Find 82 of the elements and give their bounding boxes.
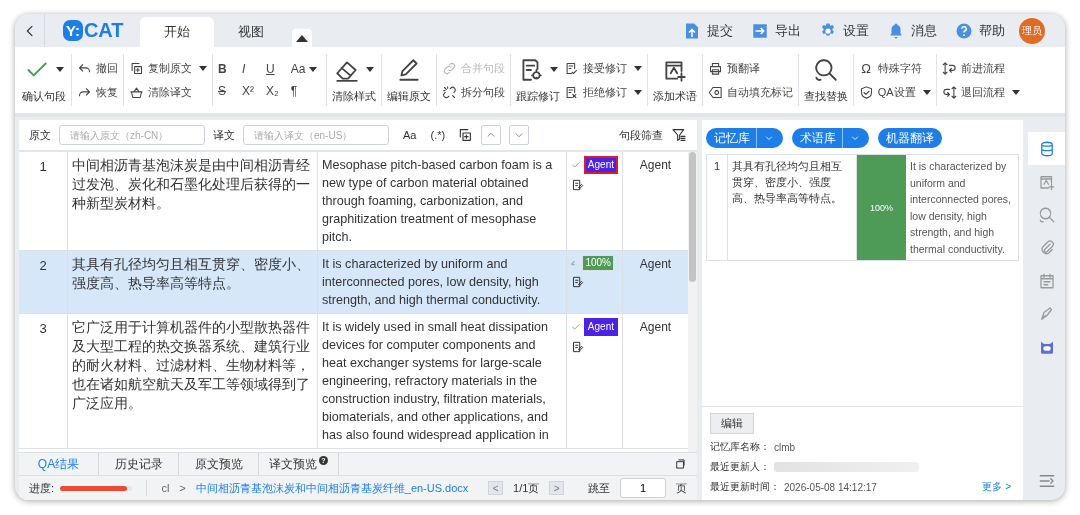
next-page-button[interactable]: > (549, 481, 564, 495)
page-indicator: 1/1页 (513, 480, 540, 496)
toolbar-action[interactable]: 提交 (683, 14, 733, 47)
toolbar-action[interactable]: 消息 (887, 14, 937, 47)
more-link[interactable]: 更多 > (982, 480, 1011, 494)
ribbon-button[interactable]: 编辑原文 (386, 56, 431, 104)
segment-filter-label: 句段筛查 (619, 127, 663, 143)
target-text[interactable]: It is characterized by uniform and interconnected pores, low density, high strength, and high thermal conductivity. (318, 251, 567, 313)
info-value: 2026-05-08 14:12:17 (784, 481, 877, 493)
ribbon-button[interactable]: 清除译文 (129, 84, 207, 100)
file-link[interactable]: 中间相沥青基泡沫炭和中间相沥青基炭纤维_en-US.docx (195, 480, 469, 496)
format-button[interactable]: U (266, 62, 279, 76)
ribbon-tab[interactable]: 开始 (139, 17, 214, 47)
regex-button[interactable]: (.*) (430, 129, 446, 141)
page-unit: 页 (676, 480, 687, 496)
source-filter-field[interactable]: 请输入原文（zh-CN） (59, 125, 205, 145)
info-value: clmb (774, 441, 796, 453)
segment-number: 1 (19, 152, 68, 250)
logo-text: CAT (83, 19, 124, 42)
format-button[interactable]: Aa (290, 62, 321, 76)
match-badge: Agent (583, 318, 618, 336)
match-badge: Agent (583, 156, 618, 174)
ribbon-button[interactable]: 查找替换 (803, 56, 848, 104)
match-number: 1 (707, 155, 728, 260)
ribbon-button[interactable]: 退回流程 (941, 84, 1020, 100)
ribbon-button[interactable]: 自动填充标记 (707, 84, 793, 100)
author-text: Agent (638, 319, 673, 336)
info-label: 记忆库名称： (710, 440, 770, 454)
toolbar-action[interactable]: 设置 (819, 14, 869, 47)
edit-button[interactable]: 编辑 (710, 413, 754, 434)
source-text: 中间相沥青基泡沫炭是由中间相沥青经过发泡、炭化和石墨化处理后获得的一种新型炭材料。 (68, 152, 318, 250)
target-text[interactable]: It is widely used in small heat dissipation devices for computer components and heat exchanger systems for large-scale engineering, refractory materials in the construction industry, filtration materials, biomaterials, and other applications, and has also found widespread application in (318, 314, 567, 448)
ribbon-button[interactable]: 跟踪修订 (515, 56, 560, 104)
logo-badge: Y: (63, 20, 83, 41)
toolbar-action[interactable]: 导出 (751, 14, 801, 47)
format-button[interactable]: ¶ (290, 84, 321, 98)
target-filter-field[interactable]: 请输入译文（en-US） (243, 125, 389, 145)
target-filter-label: 译文 (213, 127, 235, 143)
ribbon-button[interactable]: 撤回 (77, 60, 118, 76)
match-score: 100% (857, 155, 906, 260)
format-button[interactable]: B (218, 62, 230, 76)
match-badge: 100% (582, 255, 614, 271)
format-button[interactable]: S (218, 84, 230, 98)
info-label: 最近更新人： (710, 460, 770, 474)
ribbon-button[interactable]: 恢复 (77, 84, 118, 100)
author-text: Agent (638, 256, 673, 273)
progress-label: 进度: (29, 480, 55, 496)
ribbon-button[interactable]: QA设置 (858, 84, 931, 100)
resource-button[interactable]: 记忆库 (706, 128, 783, 148)
resource-button[interactable]: 机器翻译 (878, 128, 942, 148)
segment-row[interactable]: 2 其具有孔径均匀且相互贯穿、密度小、强度高、热导率高等特点。 It is characterized by uniform and interconnected pores, low density, high strength, and high thermal conductivity. 100% Agent (19, 251, 688, 314)
segment-number: 3 (19, 314, 68, 448)
ribbon-button[interactable]: 确认句段 (22, 56, 66, 104)
breadcrumb-item[interactable]: cl (161, 482, 170, 494)
ribbon-button[interactable]: 拆分句段 (441, 84, 505, 100)
ribbon-button[interactable]: Ω 特殊字符 (858, 60, 931, 76)
author-text: Agent (638, 157, 673, 174)
ribbon-button[interactable]: 复制原文 (129, 60, 207, 76)
ribbon-tab[interactable]: 视图 (213, 17, 288, 47)
ribbon-button[interactable]: 预翻译 (707, 60, 793, 76)
target-text[interactable]: Mesophase pitch-based carbon foam is a new type of carbon material obtained through foaming, carbonization, and graphitization treatment of mesophase pitch. (318, 152, 567, 250)
jump-label: 跳至 (588, 480, 610, 496)
ribbon-button[interactable]: 添加术语 (652, 56, 697, 104)
segment-number: 2 (19, 251, 68, 313)
match-case-button[interactable]: Aa (403, 129, 417, 141)
ribbon-button[interactable]: 前进流程 (941, 60, 1020, 76)
previous-page-button[interactable]: < (488, 481, 504, 495)
match-target-text[interactable]: It is characterized by uniform and interconnected pores, low density, high strength, and high thermal conductivity. (906, 155, 1018, 260)
source-text: 它广泛用于计算机器件的小型散热器件及大型工程的热交换器系统、建筑行业的耐火材料、过滤材料、生物材料等，也在诸如航空航天及军工等领域得到了广泛应用。 (68, 314, 318, 448)
format-button[interactable]: X₂ (266, 84, 279, 98)
resource-button[interactable]: 术语库 (792, 128, 869, 148)
source-text: 其具有孔径均匀且相互贯穿、密度小、强度高、热导率高等特点。 (68, 251, 318, 313)
toolbar-action[interactable]: 帮助 (955, 14, 1005, 47)
format-button[interactable]: X² (242, 84, 254, 98)
ribbon-button[interactable]: 清除样式 (331, 56, 376, 104)
breadcrumb-separator: > (179, 482, 186, 494)
page-field[interactable]: 1 (620, 478, 666, 498)
format-button[interactable]: I (242, 62, 254, 76)
source-filter-label: 原文 (29, 127, 51, 143)
ribbon-button[interactable]: 拒绝修订 (563, 84, 642, 100)
ribbon-button[interactable]: 接受修订 (563, 60, 642, 76)
info-label: 最近更新时间： (710, 480, 780, 494)
